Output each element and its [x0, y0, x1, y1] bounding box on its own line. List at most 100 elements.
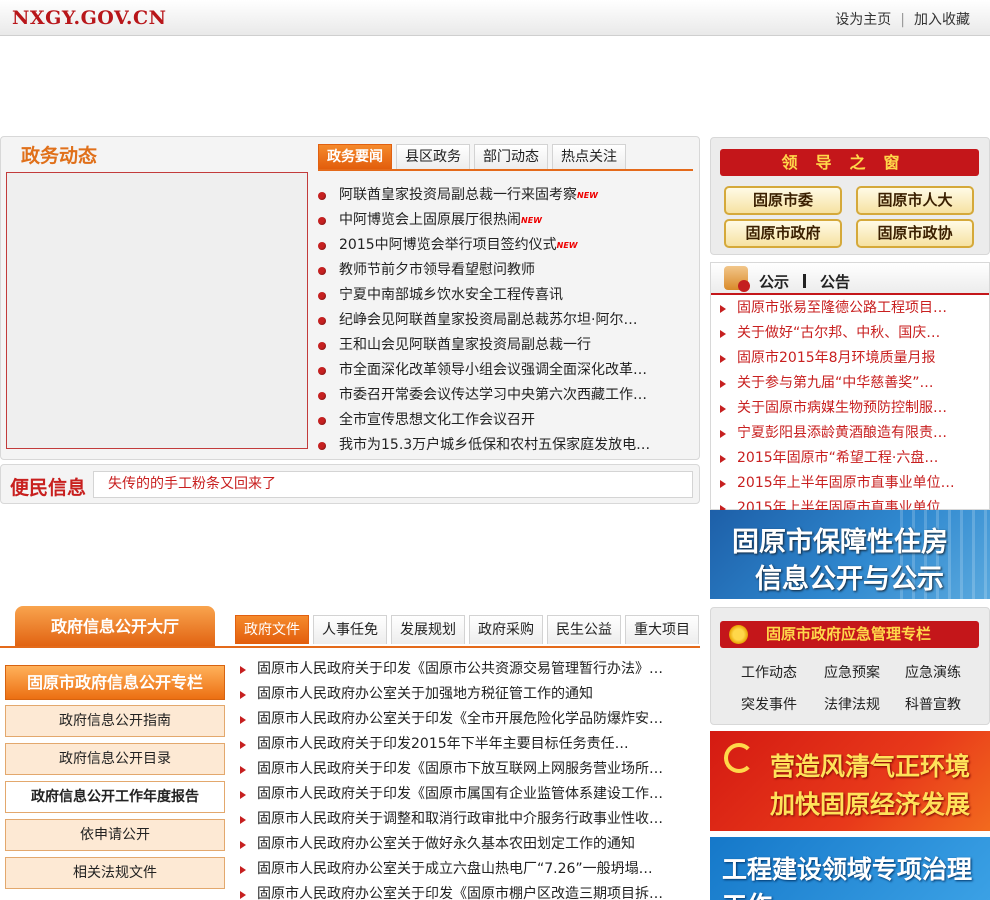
bullet-icon	[318, 366, 326, 375]
bianmin-ticker[interactable]: 失传的的手工粉条又回来了	[93, 471, 693, 498]
list-item[interactable]: 关于固原市病媒生物预防控制服…	[716, 396, 986, 421]
list-item[interactable]: 固原市人民政府办公室关于加强地方税征管工作的通知	[236, 682, 700, 707]
arrow-icon	[240, 790, 246, 799]
list-item[interactable]: 教师节前夕市领导看望慰问教师	[318, 258, 693, 283]
tab-hot-topics[interactable]: 热点关注	[552, 144, 626, 169]
list-item[interactable]: 中阿博览会上固原展厅很热闹NEW	[318, 208, 693, 233]
emergency-link-drills[interactable]: 应急演练	[905, 662, 961, 682]
bullet-icon	[318, 241, 326, 250]
info-hall-tabs: 政府文件 人事任免 发展规划 政府采购 民生公益 重大项目	[235, 615, 703, 644]
list-item[interactable]: 固原市人民政府办公室关于印发《固原市棚户区改造三期项目拆…	[236, 882, 700, 900]
tab-news-headlines[interactable]: 政务要闻	[318, 144, 392, 169]
arrow-icon	[240, 765, 246, 774]
leader-government-button[interactable]: 固原市政府	[724, 219, 842, 248]
news-tabs-underline	[318, 169, 693, 171]
arrow-icon	[720, 379, 726, 388]
arrow-icon	[240, 740, 246, 749]
tab-county-affairs[interactable]: 县区政务	[396, 144, 470, 169]
arrow-icon	[720, 329, 726, 338]
national-emblem-icon	[729, 625, 748, 644]
housing-info-banner[interactable]: 固原市保障性住房 信息公开与公示	[710, 510, 990, 599]
leader-cppcc-button[interactable]: 固原市政协	[856, 219, 974, 248]
integrity-banner-line1: 营造风清气正环境	[770, 752, 971, 781]
tab-government-documents[interactable]: 政府文件	[235, 615, 309, 644]
new-badge: NEW	[521, 216, 542, 225]
tab-personnel-appointments[interactable]: 人事任免	[313, 615, 387, 644]
disclosure-catalog-button[interactable]: 政府信息公开目录	[5, 743, 225, 775]
list-item[interactable]: 市委召开常委会议传达学习中央第六次西藏工作…	[318, 383, 693, 408]
list-item[interactable]: 宁夏中南部城乡饮水安全工程传喜讯	[318, 283, 693, 308]
emergency-link-incidents[interactable]: 突发事件	[741, 694, 797, 714]
notices-list-viewport[interactable]: 固原市张易至隆德公路工程项目… 关于做好“古尔邦、中秋、国庆… 固原市2015年…	[716, 296, 986, 510]
housing-banner-line1: 固原市保障性住房	[732, 527, 948, 558]
list-item[interactable]: 我市为15.3万户城乡低保和农村五保家庭发放电…	[318, 433, 693, 458]
arrow-icon	[240, 865, 246, 874]
apply-disclosure-button[interactable]: 依申请公开	[5, 819, 225, 851]
list-item[interactable]: 固原市人民政府关于印发2015年下半年主要目标任务责任…	[236, 732, 700, 757]
top-link-separator: |	[900, 12, 905, 28]
emergency-title: 固原市政府应急管理专栏	[720, 621, 979, 648]
list-item[interactable]: 固原市2015年8月环境质量月报	[716, 346, 986, 371]
leader-party-committee-button[interactable]: 固原市委	[724, 186, 842, 215]
list-item[interactable]: 王和山会见阿联酋皇家投资局副总裁一行	[318, 333, 693, 358]
bullet-icon	[318, 266, 326, 275]
top-bar: NXGY.GOV.CN 设为主页 | 加入收藏	[0, 0, 990, 36]
arrow-icon	[720, 404, 726, 413]
emergency-link-work-news[interactable]: 工作动态	[741, 662, 797, 682]
arrow-icon	[240, 815, 246, 824]
tab-department-news[interactable]: 部门动态	[474, 144, 548, 169]
integrity-banner-line2: 加快固原经济发展	[770, 790, 971, 819]
bullet-icon	[318, 416, 326, 425]
list-item[interactable]: 固原市人民政府关于调整和取消行政审批中介服务行政事业性收…	[236, 807, 700, 832]
list-item[interactable]: 全市宣传思想文化工作会议召开	[318, 408, 693, 433]
bullet-icon	[318, 216, 326, 225]
emergency-link-education[interactable]: 科普宣教	[905, 694, 961, 714]
tab-development-planning[interactable]: 发展规划	[391, 615, 465, 644]
list-item[interactable]: 阿联酋皇家投资局副总裁一行来固考察NEW	[318, 183, 693, 208]
arrow-icon	[720, 479, 726, 488]
tab-major-projects[interactable]: 重大项目	[625, 615, 699, 644]
site-logo[interactable]: NXGY.GOV.CN	[12, 7, 167, 29]
list-item[interactable]: 宁夏彭阳县添龄黄酒酿造有限责…	[716, 421, 986, 446]
list-item[interactable]: 2015年固原市“希望工程·六盘…	[716, 446, 986, 471]
list-item[interactable]: 固原市人民政府关于印发《固原市属国有企业监管体系建设工作…	[236, 782, 700, 807]
list-item[interactable]: 2015中阿博览会举行项目签约仪式NEW	[318, 233, 693, 258]
leaders-title: 领导之窗	[720, 149, 979, 176]
list-item[interactable]: 关于参与第九届“中华慈善奖”…	[716, 371, 986, 396]
arrow-icon	[240, 690, 246, 699]
list-item[interactable]: 2015年上半年固原市直事业单位…	[716, 496, 986, 510]
info-disclosure-column-button[interactable]: 固原市政府信息公开专栏	[5, 665, 225, 700]
list-item[interactable]: 2015年上半年固原市直事业单位…	[716, 471, 986, 496]
emergency-link-plans[interactable]: 应急预案	[824, 662, 880, 682]
set-home-link[interactable]: 设为主页	[835, 12, 891, 28]
emergency-link-laws[interactable]: 法律法规	[824, 694, 880, 714]
list-item[interactable]: 关于做好“古尔邦、中秋、国庆…	[716, 321, 986, 346]
party-emblem-icon	[724, 743, 754, 773]
list-item[interactable]: 固原市人民政府办公室关于做好永久基本农田划定工作的通知	[236, 832, 700, 857]
list-item[interactable]: 纪峥会见阿联酋皇家投资局副总裁苏尔坦·阿尔…	[318, 308, 693, 333]
news-section-title: 政务动态	[21, 145, 98, 167]
add-favorite-link[interactable]: 加入收藏	[914, 12, 970, 28]
list-item[interactable]: 市全面深化改革领导小组会议强调全面深化改革…	[318, 358, 693, 383]
arrow-icon	[720, 454, 726, 463]
bullet-icon	[318, 291, 326, 300]
disclosure-guide-button[interactable]: 政府信息公开指南	[5, 705, 225, 737]
annual-report-button[interactable]: 政府信息公开工作年度报告	[5, 781, 225, 813]
list-item[interactable]: 固原市人民政府关于印发《固原市下放互联网上网服务营业场所…	[236, 757, 700, 782]
tab-government-procurement[interactable]: 政府采购	[469, 615, 543, 644]
list-item[interactable]: 固原市人民政府办公室关于印发《全市开展危险化学品防爆炸安…	[236, 707, 700, 732]
info-hall-list-viewport: 固原市人民政府关于印发《固原市公共资源交易管理暂行办法》… 固原市人民政府办公室…	[236, 657, 700, 900]
tab-public-welfare[interactable]: 民生公益	[547, 615, 621, 644]
notices-list: 固原市张易至隆德公路工程项目… 关于做好“古尔邦、中秋、国庆… 固原市2015年…	[716, 296, 986, 510]
news-photo-slider[interactable]	[6, 172, 308, 449]
list-item[interactable]: 固原市人民政府关于印发《固原市公共资源交易管理暂行办法》…	[236, 657, 700, 682]
project-governance-banner[interactable]: 工程建设领域专项治理工作	[710, 837, 990, 900]
leader-peoples-congress-button[interactable]: 固原市人大	[856, 186, 974, 215]
arrow-icon	[240, 715, 246, 724]
integrity-banner[interactable]: 营造风清气正环境 加快固原经济发展	[710, 731, 990, 831]
list-item[interactable]: 固原市张易至隆德公路工程项目…	[716, 296, 986, 321]
arrow-icon	[240, 665, 246, 674]
news-tabs: 政务要闻 县区政务 部门动态 热点关注	[318, 144, 630, 169]
list-item[interactable]: 固原市人民政府办公室关于成立六盘山热电厂“7.26”一般坍塌…	[236, 857, 700, 882]
related-regulations-button[interactable]: 相关法规文件	[5, 857, 225, 889]
